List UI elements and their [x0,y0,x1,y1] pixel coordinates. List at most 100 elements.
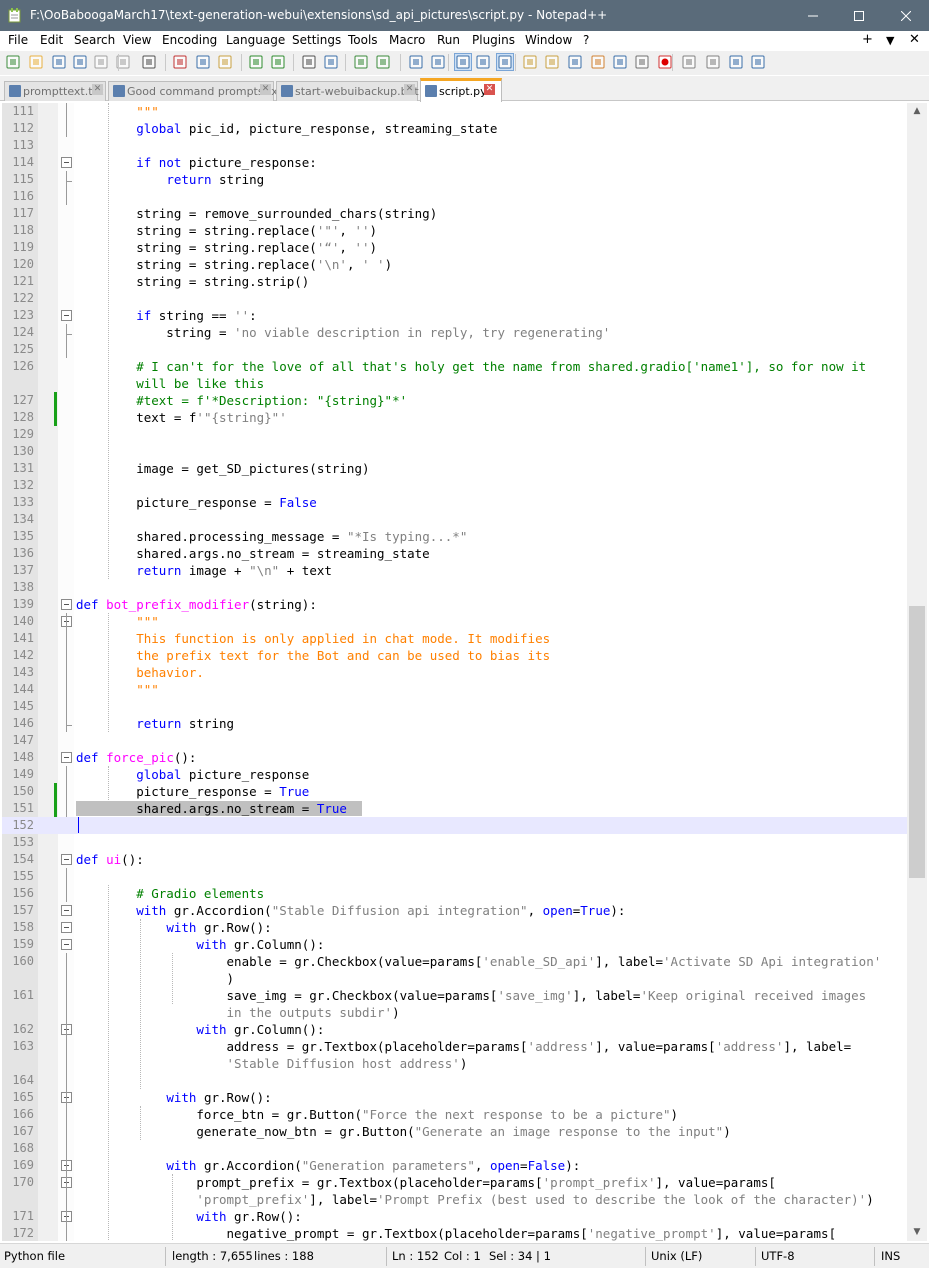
sync-vertical-icon[interactable] [408,54,424,70]
tab-good-command-prompts[interactable]: Good command prompts.txt ✕ [108,81,282,101]
code-line: 151 shared.args.no_stream = True [2,800,907,817]
line-number: 115 [12,172,34,186]
print-icon[interactable] [141,54,157,70]
tab-close-icon[interactable]: ✕ [260,84,271,95]
code-line: 120 string = string.replace('\n', ' ') [2,256,907,273]
line-number: 113 [12,138,34,152]
monitoring-icon[interactable] [634,54,650,70]
zoom-out-icon[interactable] [375,54,391,70]
code-line: 131 image = get_SD_pictures(string) [2,460,907,477]
code-editor[interactable]: 111 """ 112 global pic_id, picture_respon… [2,103,907,1241]
function-list-icon[interactable] [567,54,583,70]
scrollbar-thumb[interactable] [909,606,925,878]
udl-icon[interactable] [522,54,538,70]
minimize-button[interactable] [790,0,836,31]
save-macro-icon[interactable] [750,54,766,70]
status-filetype: Python file [4,1249,66,1263]
replace-icon[interactable] [323,54,339,70]
play-multiple-icon[interactable] [728,54,744,70]
line-number: 168 [12,1141,34,1155]
menu-edit[interactable]: Edit [40,33,63,47]
menu-search[interactable]: Search [74,33,115,47]
code-text: """ [76,614,159,629]
line-number: 142 [12,648,34,662]
status-line-number: Ln : 152 [392,1249,439,1263]
line-number: 112 [12,121,34,135]
code-text: global pic_id, picture_response, streami… [136,121,498,136]
tab-start-webuibackup[interactable]: start-webuibackup.bat ✕ [276,81,419,101]
find-icon[interactable] [301,54,317,70]
code-line: 133 picture_response = False [2,494,907,511]
code-line: 128 text = f'"{string}"' [2,409,907,426]
line-number: 135 [12,529,34,543]
menu-plugins[interactable]: Plugins [472,33,515,47]
cut-icon[interactable] [172,54,188,70]
redo-icon[interactable] [270,54,286,70]
new-file-icon[interactable] [5,54,21,70]
close-tab-button[interactable]: ✕ [909,32,920,47]
tab-close-icon[interactable]: ✕ [92,84,103,95]
menu-help[interactable]: ? [583,33,589,47]
file-icon [425,85,437,97]
menu-tools[interactable]: Tools [348,33,378,47]
menu-view[interactable]: View [123,33,151,47]
folder-workspace-icon[interactable] [590,54,606,70]
code-line: 155 [2,868,907,885]
scroll-down-icon[interactable]: ▼ [907,1224,927,1241]
menu-encoding[interactable]: Encoding [162,33,217,47]
line-number: 164 [12,1073,34,1087]
code-line: 169 with gr.Accordion("Generation parame… [2,1157,907,1174]
menu-run[interactable]: Run [437,33,460,47]
vertical-scrollbar[interactable]: ▲ ▼ [907,103,927,1241]
indent-guide-icon[interactable] [496,53,514,71]
line-number: 132 [12,478,34,492]
close-icon[interactable] [93,54,109,70]
record-macro-icon[interactable] [657,54,673,70]
line-number: 146 [12,716,34,730]
line-number: 134 [12,512,34,526]
doc-map-icon[interactable] [544,54,560,70]
code-line: 158 with gr.Row(): [2,919,907,936]
tab-list-button[interactable]: ▼ [886,34,894,47]
code-text: if string == '': [136,308,257,323]
tab-close-icon[interactable]: ✕ [404,84,415,95]
open-file-icon[interactable] [28,54,44,70]
code-line: 125 [2,341,907,358]
save-icon[interactable] [51,54,67,70]
close-window-button[interactable] [883,0,929,31]
line-number: 160 [12,954,34,968]
code-text: the prefix text for the Bot and can be u… [76,648,551,663]
status-bar: Python file length : 7,655 lines : 188 L… [0,1243,929,1268]
line-number: 123 [12,308,34,322]
sync-horizontal-icon[interactable] [430,54,446,70]
code-text: ) [76,971,235,986]
new-tab-button[interactable]: + [862,32,873,47]
code-text: string = remove_surrounded_chars(string) [76,206,438,221]
tab-prompttext[interactable]: prompttext.txt ✕ [4,81,106,101]
code-line: 130 [2,443,907,460]
undo-icon[interactable] [248,54,264,70]
code-line: 123 if string == '': [2,307,907,324]
code-line: 160 enable = gr.Checkbox(value=params['e… [2,953,907,970]
code-line: 139 def bot_prefix_modifier(string): [2,596,907,613]
tab-close-icon[interactable]: ✕ [484,84,495,95]
maximize-button[interactable] [836,0,882,31]
doc-list-icon[interactable] [612,54,628,70]
save-all-icon[interactable] [72,54,88,70]
copy-icon[interactable] [195,54,211,70]
menu-settings[interactable]: Settings [292,33,341,47]
scroll-up-icon[interactable]: ▲ [907,103,927,120]
word-wrap-icon[interactable] [454,53,472,71]
menu-file[interactable]: File [8,33,28,47]
menu-window[interactable]: Window [525,33,572,47]
paste-icon[interactable] [217,54,233,70]
show-all-chars-icon[interactable] [475,54,491,70]
line-number: 150 [12,784,34,798]
stop-record-icon[interactable] [681,54,697,70]
zoom-in-icon[interactable] [353,54,369,70]
tab-script-py[interactable]: script.py ✕ [420,78,502,102]
menu-language[interactable]: Language [226,33,285,47]
play-macro-icon[interactable] [705,54,721,70]
line-number: 130 [12,444,34,458]
menu-macro[interactable]: Macro [389,33,425,47]
